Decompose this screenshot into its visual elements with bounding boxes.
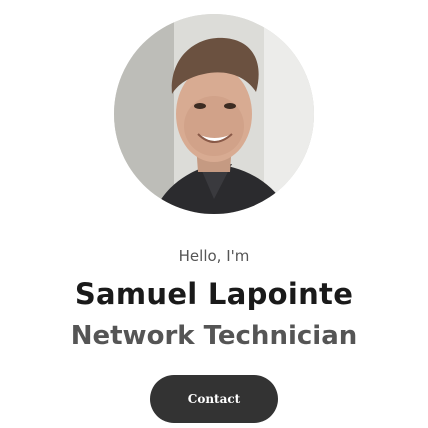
profile-photo <box>114 14 314 214</box>
avatar <box>114 14 314 214</box>
profile-hero: Hello, I'm Samuel Lapointe Network Techn… <box>0 0 428 428</box>
greeting-text: Hello, I'm <box>178 247 250 265</box>
profile-role: Network Technician <box>70 321 358 351</box>
contact-button[interactable]: Contact <box>150 375 278 423</box>
profile-name: Samuel Lapointe <box>74 277 354 311</box>
